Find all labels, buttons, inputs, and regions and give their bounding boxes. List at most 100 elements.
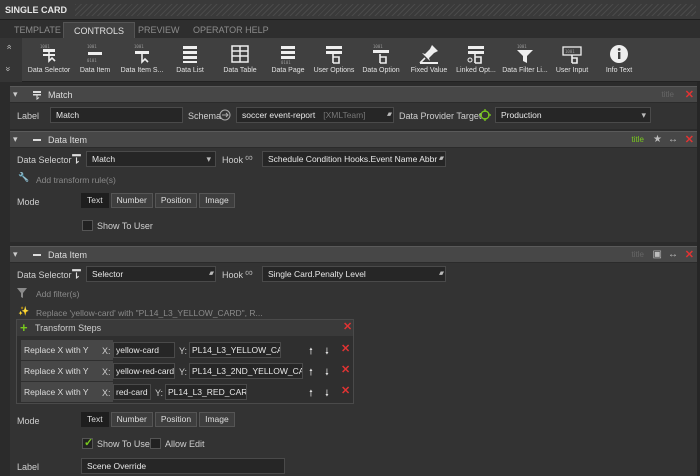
tab-operator-help[interactable]: OPERATOR HELP bbox=[183, 22, 279, 38]
target-icon[interactable] bbox=[479, 109, 491, 121]
toolbar-user-input-button[interactable]: 1001 User Input bbox=[552, 38, 592, 82]
data-item-2-show-to-user-checkbox[interactable] bbox=[82, 436, 93, 449]
toolbar-user-options-button[interactable]: User Options bbox=[312, 38, 356, 82]
move-up-icon[interactable]: 🠕 bbox=[309, 365, 313, 381]
filter-icon[interactable] bbox=[17, 288, 27, 298]
svg-text:1001: 1001 bbox=[87, 44, 97, 49]
mode-text-button[interactable]: Text bbox=[81, 412, 109, 427]
data-item-2-label-input[interactable]: Scene Override bbox=[81, 458, 285, 474]
data-item-2-title-tag[interactable]: title bbox=[632, 250, 644, 259]
toolbar-user-options-label: User Options bbox=[313, 67, 355, 74]
mode-image-button[interactable]: Image bbox=[199, 193, 235, 208]
move-up-icon[interactable]: 🠕 bbox=[309, 386, 313, 402]
toolbar-data-table-label: Data Table bbox=[223, 67, 257, 74]
add-filters-link[interactable]: Add filter(s) bbox=[36, 289, 79, 299]
collapse-icon[interactable]: ▾ bbox=[13, 249, 18, 260]
step-2-y-input[interactable]: PL14_L3_2ND_YELLOW_CARD bbox=[189, 363, 303, 379]
match-close-icon[interactable]: ✕ bbox=[685, 88, 694, 101]
toolbar-data-page-button[interactable]: 0101 Data Page bbox=[268, 38, 308, 82]
resize-horizontal-icon[interactable]: ↔ bbox=[668, 249, 678, 260]
toolbar-data-filter-list-button[interactable]: 1001 Data Filter Li... bbox=[502, 38, 548, 82]
monitor-icon[interactable]: ▣ bbox=[653, 249, 662, 260]
schema-link-icon[interactable] bbox=[219, 109, 231, 121]
user-input-icon: 1001 bbox=[562, 46, 582, 64]
toolbar-fixed-value-button[interactable]: Fixed Value bbox=[408, 38, 450, 82]
mode-number-button[interactable]: Number bbox=[110, 193, 153, 208]
data-item-1-mode-caption: Mode bbox=[17, 197, 40, 207]
tab-template[interactable]: TEMPLATE bbox=[4, 22, 71, 38]
window-title: SINGLE CARD bbox=[5, 5, 68, 15]
schema-select[interactable]: soccer event-report [XMLTeam] bbox=[236, 107, 394, 123]
add-step-icon[interactable]: + bbox=[20, 320, 28, 335]
step-1-remove-icon[interactable]: ✕ bbox=[341, 342, 350, 355]
data-item-2-hook-select[interactable]: Single Card.Penalty Level bbox=[262, 266, 446, 282]
move-up-icon[interactable]: 🠕 bbox=[309, 344, 313, 360]
toolbar-info-text-button[interactable]: Info Text bbox=[600, 38, 638, 82]
titlebar-grip[interactable] bbox=[75, 4, 696, 16]
allow-edit-checkbox[interactable] bbox=[150, 438, 161, 449]
match-section-title: Match bbox=[48, 90, 73, 100]
tab-controls[interactable]: CONTROLS bbox=[63, 22, 136, 38]
match-title-tag[interactable]: title bbox=[662, 90, 674, 99]
data-item-1-title-tag[interactable]: title bbox=[632, 135, 644, 144]
data-item-s-icon: 1001 bbox=[134, 44, 149, 64]
data-provider-select[interactable]: Production bbox=[495, 107, 651, 123]
step-3-y-input[interactable]: PL14_L3_RED_CARD bbox=[165, 384, 247, 400]
transform-step-row: Replace X with Y X: red-card Y: PL14_L3_… bbox=[19, 382, 353, 402]
wrench-icon[interactable]: 🔧 bbox=[18, 172, 29, 183]
data-item-1-close-icon[interactable]: ✕ bbox=[685, 133, 694, 146]
toolbar-data-item-button[interactable]: 1001 0101 Data Item bbox=[76, 38, 114, 82]
data-item-2-selector-select[interactable]: Selector bbox=[86, 266, 216, 282]
mode-position-button[interactable]: Position bbox=[154, 193, 198, 208]
data-item-1-hook-caption: Hook bbox=[222, 155, 244, 165]
move-down-icon[interactable]: 🠗 bbox=[325, 386, 329, 402]
move-down-icon[interactable]: 🠗 bbox=[325, 344, 329, 360]
move-down-icon[interactable]: 🠗 bbox=[325, 365, 329, 381]
toolbar-data-selector-button[interactable]: 1001 Data Selector bbox=[26, 38, 72, 82]
step-3-x-input[interactable]: red-card bbox=[113, 384, 151, 400]
mode-text-button[interactable]: Text bbox=[81, 193, 109, 208]
match-section-header[interactable]: ▾ Match title ✕ bbox=[10, 86, 698, 102]
data-item-1-hook-select[interactable]: Schedule Condition Hooks.Event Name Abbr bbox=[262, 151, 446, 167]
wand-icon[interactable]: ✨ bbox=[18, 306, 29, 317]
svg-text:1001: 1001 bbox=[40, 44, 50, 49]
transform-steps-close-icon[interactable]: ✕ bbox=[343, 320, 352, 333]
toolbar-data-table-button[interactable]: Data Table bbox=[220, 38, 260, 82]
step-2-x-input[interactable]: yellow-red-card bbox=[113, 363, 175, 379]
step-1-x-input[interactable]: yellow-card bbox=[113, 342, 175, 358]
data-item-1-header[interactable]: ▾ Data Item title ★ ↔ ✕ bbox=[10, 131, 698, 147]
data-item-2-close-icon[interactable]: ✕ bbox=[685, 248, 694, 261]
svg-text:1001: 1001 bbox=[565, 49, 575, 54]
mode-position-button[interactable]: Position bbox=[154, 412, 198, 427]
toolbar-data-list-button[interactable]: Data List bbox=[172, 38, 208, 82]
data-item-1-show-to-user-checkbox[interactable] bbox=[82, 220, 93, 231]
toolbar-info-text-label: Info Text bbox=[605, 67, 633, 74]
data-provider-caption: Data Provider Target bbox=[399, 111, 482, 121]
resize-horizontal-icon[interactable]: ↔ bbox=[668, 134, 678, 145]
tab-preview[interactable]: PREVIEW bbox=[128, 22, 190, 38]
step-3-remove-icon[interactable]: ✕ bbox=[341, 384, 350, 397]
step-2-remove-icon[interactable]: ✕ bbox=[341, 363, 350, 376]
step-1-y-input[interactable]: PL14_L3_YELLOW_CARD bbox=[189, 342, 281, 358]
mode-number-button[interactable]: Number bbox=[110, 412, 153, 427]
collapse-icon[interactable]: ▾ bbox=[13, 89, 18, 100]
toolbar-data-option-button[interactable]: 1001 Data Option bbox=[360, 38, 402, 82]
star-icon[interactable]: ★ bbox=[653, 134, 662, 145]
toolbar-scroll-down-icon[interactable]: » bbox=[4, 66, 14, 71]
user-options-icon bbox=[326, 46, 342, 64]
data-item-1-selector-select[interactable]: Match bbox=[86, 151, 216, 167]
step-2-y-caption: Y: bbox=[179, 367, 188, 377]
toolbar-data-item-s-button[interactable]: 1001 Data Item S... bbox=[120, 38, 164, 82]
schema-caption: Schema bbox=[188, 111, 222, 121]
add-transform-link[interactable]: Add transform rule(s) bbox=[36, 175, 116, 185]
data-item-2-header[interactable]: ▾ Data Item title ▣ ↔ ✕ bbox=[10, 246, 698, 262]
replace-summary[interactable]: Replace 'yellow-card' with "PL14_L3_YELL… bbox=[36, 308, 263, 318]
data-item-1-selector-caption: Data Selector bbox=[17, 155, 72, 165]
toolbar-linked-option-button[interactable]: Linked Opt... bbox=[454, 38, 498, 82]
data-item-2-mode-caption: Mode bbox=[17, 416, 40, 426]
toolbar-scroll-up-icon[interactable]: » bbox=[4, 44, 14, 49]
mode-image-button[interactable]: Image bbox=[199, 412, 235, 427]
collapse-icon[interactable]: ▾ bbox=[13, 134, 18, 145]
match-label-input[interactable]: Match bbox=[50, 107, 183, 123]
window-titlebar[interactable]: SINGLE CARD bbox=[0, 0, 700, 20]
